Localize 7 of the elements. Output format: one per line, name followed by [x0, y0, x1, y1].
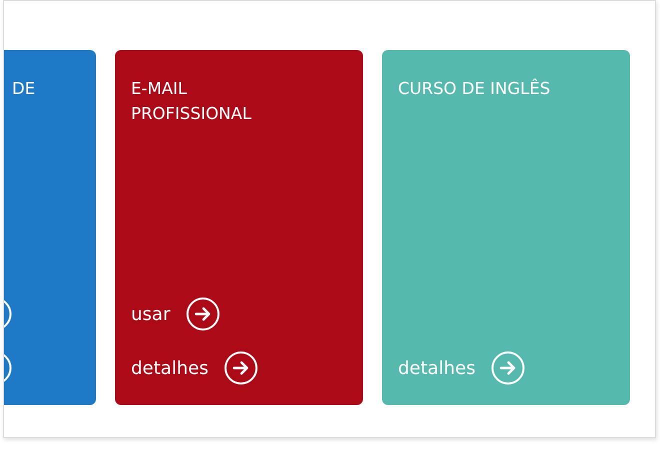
arrow-circle-icon[interactable]	[224, 351, 258, 385]
card-title: E-MAIL PROFISSIONAL	[131, 78, 252, 125]
card-link[interactable]: usar	[131, 304, 170, 324]
card-link[interactable]: detalhes	[131, 358, 208, 378]
arrow-circle-icon[interactable]	[186, 297, 220, 331]
card-title: CURSO DE INGLÊS	[398, 78, 552, 100]
card-title: DE	[12, 78, 36, 100]
